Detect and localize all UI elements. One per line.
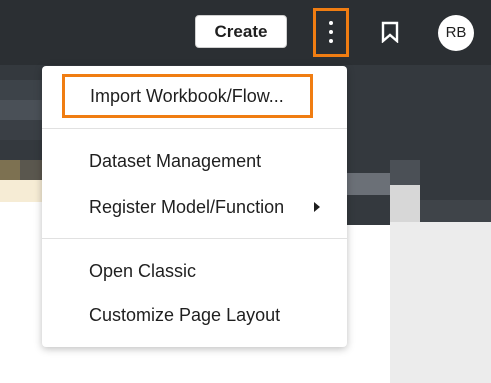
submenu-arrow-icon bbox=[314, 202, 320, 212]
menu-item-customize-page-layout[interactable]: Customize Page Layout bbox=[42, 297, 347, 333]
menu-divider bbox=[42, 238, 347, 239]
background-panel bbox=[390, 222, 491, 383]
more-options-menu: Import Workbook/Flow... Dataset Manageme… bbox=[42, 66, 347, 347]
menu-item-import-workbook-flow[interactable]: Import Workbook/Flow... bbox=[62, 74, 313, 118]
top-bar: Create RB bbox=[0, 0, 491, 65]
menu-item-dataset-management[interactable]: Dataset Management bbox=[42, 143, 347, 179]
menu-item-open-classic[interactable]: Open Classic bbox=[42, 253, 347, 289]
menu-item-register-model-function[interactable]: Register Model/Function bbox=[42, 189, 347, 225]
more-options-button[interactable] bbox=[313, 8, 349, 57]
menu-divider bbox=[42, 128, 347, 129]
avatar[interactable]: RB bbox=[438, 15, 474, 51]
bookmark-icon[interactable] bbox=[380, 21, 400, 43]
create-button[interactable]: Create bbox=[195, 15, 287, 48]
menu-item-label: Register Model/Function bbox=[89, 197, 285, 217]
